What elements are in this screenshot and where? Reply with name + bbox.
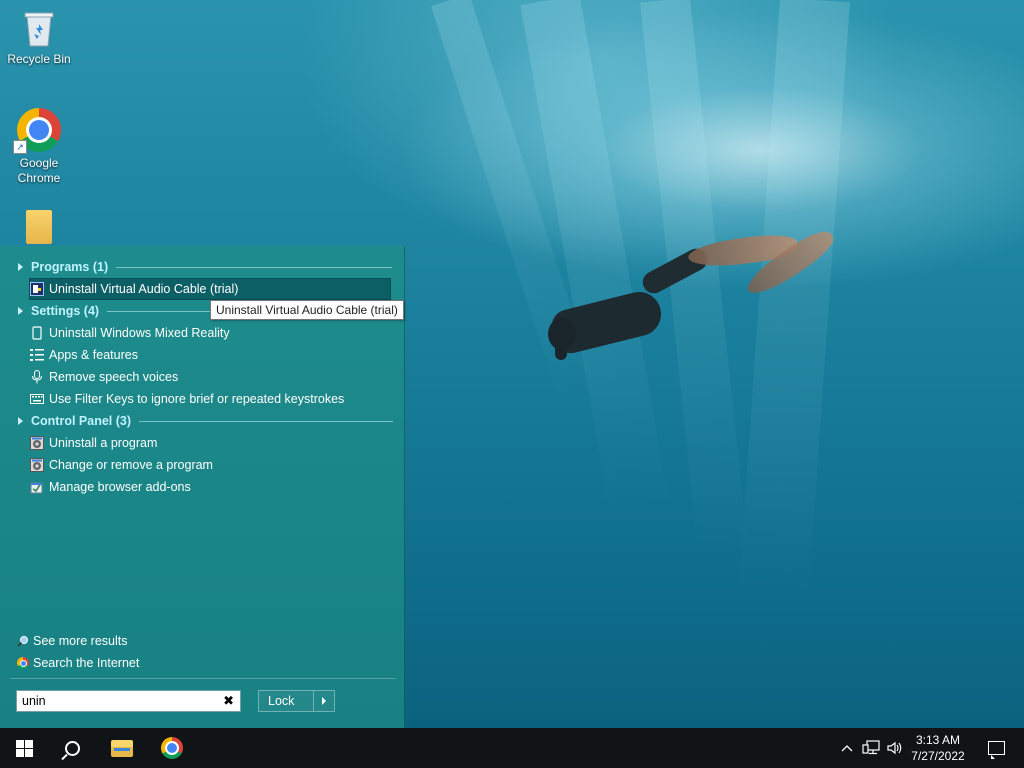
result-change-or-remove-a-program[interactable]: Change or remove a program	[30, 455, 213, 475]
result-uninstall-virtual-audio-cable[interactable]: Uninstall Virtual Audio Cable (trial)	[29, 278, 391, 300]
search-the-internet-link[interactable]: Search the Internet	[16, 654, 139, 672]
taskbar: 3:13 AM 7/27/2022	[0, 728, 1024, 768]
desktop-icon-google-chrome[interactable]: ↗ Google Chrome	[1, 108, 77, 186]
lock-button-label: Lock	[268, 694, 295, 708]
result-remove-speech-voices[interactable]: Remove speech voices	[30, 367, 178, 387]
taskbar-search-button[interactable]	[48, 728, 96, 768]
desktop-icon-recycle-bin[interactable]: Recycle Bin	[1, 8, 77, 67]
start-button[interactable]	[0, 728, 48, 768]
shortcut-arrow-icon: ↗	[13, 140, 27, 154]
desktop-icon-label: Recycle Bin	[7, 52, 71, 66]
taskbar-chrome[interactable]	[148, 728, 196, 768]
start-menu-separator	[10, 678, 396, 679]
volume-tray-icon[interactable]	[884, 728, 906, 768]
expand-triangle-icon	[18, 263, 23, 271]
result-apps-and-features[interactable]: Apps & features	[30, 345, 138, 365]
clock-time: 3:13 AM	[915, 733, 961, 747]
result-manage-browser-add-ons[interactable]: Manage browser add-ons	[30, 477, 191, 497]
chevron-up-icon	[841, 745, 853, 752]
show-hidden-icons-button[interactable]	[838, 728, 856, 768]
action-center-button[interactable]	[976, 728, 1016, 768]
phone-icon	[30, 326, 44, 340]
expand-triangle-icon	[18, 417, 23, 425]
desktop-icon-folder[interactable]	[1, 210, 77, 248]
recycle-bin-icon	[22, 8, 56, 48]
group-header-control-panel[interactable]: Control Panel (3)	[18, 412, 394, 430]
result-filter-keys[interactable]: Use Filter Keys to ignore brief or repea…	[30, 389, 344, 409]
group-divider	[116, 266, 393, 268]
chevron-right-icon	[322, 697, 326, 705]
speaker-icon	[887, 741, 902, 755]
chrome-icon: ↗	[13, 108, 61, 154]
start-search-box[interactable]: ✖	[16, 690, 241, 712]
folder-icon	[26, 210, 52, 244]
windows-logo-icon	[15, 739, 33, 757]
network-icon	[862, 740, 880, 755]
result-tooltip: Uninstall Virtual Audio Cable (trial)	[210, 300, 404, 320]
addons-icon	[30, 480, 44, 494]
group-divider	[139, 420, 394, 422]
start-search-input[interactable]	[17, 691, 217, 711]
light-ray	[738, 0, 850, 601]
list-icon	[30, 348, 44, 362]
search-icon	[64, 740, 80, 756]
power-options-arrow-button[interactable]	[313, 691, 334, 711]
chrome-icon	[16, 656, 30, 670]
chrome-icon	[161, 737, 183, 759]
desktop-icon-label: Google Chrome	[17, 156, 61, 185]
see-more-results-link[interactable]: See more results	[16, 632, 127, 650]
result-uninstall-windows-mixed-reality[interactable]: Uninstall Windows Mixed Reality	[30, 323, 230, 343]
program-icon	[30, 282, 44, 296]
lock-button[interactable]: Lock	[258, 690, 335, 712]
search-icon	[16, 634, 30, 648]
result-uninstall-a-program[interactable]: Uninstall a program	[30, 433, 157, 453]
expand-triangle-icon	[18, 307, 23, 315]
programs-features-icon	[30, 458, 44, 472]
network-tray-icon[interactable]	[860, 728, 882, 768]
clear-search-icon[interactable]: ✖	[223, 693, 234, 709]
keyboard-icon	[30, 392, 44, 406]
file-explorer-icon	[111, 739, 133, 757]
taskbar-clock[interactable]: 3:13 AM 7/27/2022	[904, 732, 972, 764]
taskbar-file-explorer[interactable]	[98, 728, 146, 768]
diver-arm	[555, 330, 567, 360]
notification-icon	[987, 741, 1005, 759]
microphone-icon	[30, 370, 44, 384]
programs-features-icon	[30, 436, 44, 450]
clock-date: 7/27/2022	[911, 749, 965, 763]
group-header-programs[interactable]: Programs (1)	[18, 258, 393, 276]
